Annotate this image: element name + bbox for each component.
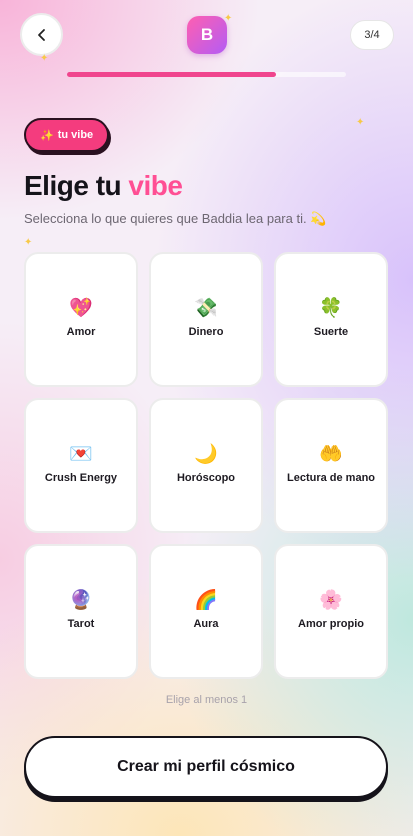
vibe-option-label: Crush Energy: [44, 472, 118, 485]
sparkle-icon: ✦: [224, 13, 233, 24]
vibe-option-card[interactable]: 🌈 Aura: [149, 544, 263, 679]
page-title: Elige tu vibe: [24, 170, 183, 202]
vibe-option-label: Amor: [66, 326, 96, 339]
logo-letter: B: [200, 25, 214, 44]
sparkle-icon: ✦: [356, 117, 365, 128]
vibe-option-label: Tarot: [67, 618, 95, 631]
crystal-ball-icon: 🔮: [69, 589, 93, 612]
money-wings-icon: 💸: [194, 297, 218, 320]
rainbow-icon: 🌈: [194, 589, 218, 612]
vibe-option-card[interactable]: 🤲 Lectura de mano: [274, 398, 388, 533]
vibe-option-card[interactable]: 💸 Dinero: [149, 252, 263, 387]
vibe-tag-label: tu vibe: [57, 129, 94, 141]
step-indicator: 3/4: [350, 20, 394, 50]
vibe-options-grid: 💖 Amor 💸 Dinero 🍀 Suerte 💌 Crush Energy 🌙 Horósco…: [24, 252, 388, 679]
sparkles-icon: ✨: [40, 129, 54, 142]
vibe-option-label: Aura: [193, 618, 219, 631]
vibe-option-label: Lectura de mano: [286, 472, 376, 485]
page-title-prefix: Elige tu: [24, 170, 129, 201]
create-profile-button[interactable]: Crear mi perfil cósmico: [24, 736, 388, 798]
vibe-option-card[interactable]: 🌸 Amor propio: [274, 544, 388, 679]
love-letter-icon: 💌: [69, 443, 93, 466]
vibe-option-label: Horóscopo: [176, 472, 236, 485]
progress-bar: [67, 72, 346, 77]
progress-fill: [67, 72, 277, 77]
vibe-option-card[interactable]: 💖 Amor: [24, 252, 138, 387]
cherry-blossom-icon: 🌸: [319, 589, 343, 612]
vibe-tag: ✨ tu vibe: [24, 118, 110, 152]
vibe-option-card[interactable]: 🌙 Horóscopo: [149, 398, 263, 533]
sparkling-heart-icon: 💖: [69, 297, 93, 320]
crescent-moon-icon: 🌙: [194, 443, 218, 466]
sparkle-icon: ✦: [24, 237, 33, 248]
app-logo: B: [187, 16, 227, 54]
vibe-option-card[interactable]: 🍀 Suerte: [274, 252, 388, 387]
page-subtitle: Selecciona lo que quieres que Baddia lea…: [24, 211, 327, 226]
palms-up-icon: 🤲: [319, 443, 343, 466]
vibe-option-label: Suerte: [313, 326, 349, 339]
back-button[interactable]: [20, 13, 63, 56]
page-title-accent: vibe: [128, 170, 183, 201]
four-leaf-clover-icon: 🍀: [319, 297, 343, 320]
sparkle-icon: ✦: [40, 53, 49, 64]
vibe-option-card[interactable]: 🔮 Tarot: [24, 544, 138, 679]
selection-hint: Elige al menos 1: [165, 694, 248, 706]
vibe-option-label: Dinero: [188, 326, 224, 339]
vibe-option-card[interactable]: 💌 Crush Energy: [24, 398, 138, 533]
chevron-left-icon: [37, 28, 45, 41]
vibe-option-label: Amor propio: [298, 618, 364, 631]
